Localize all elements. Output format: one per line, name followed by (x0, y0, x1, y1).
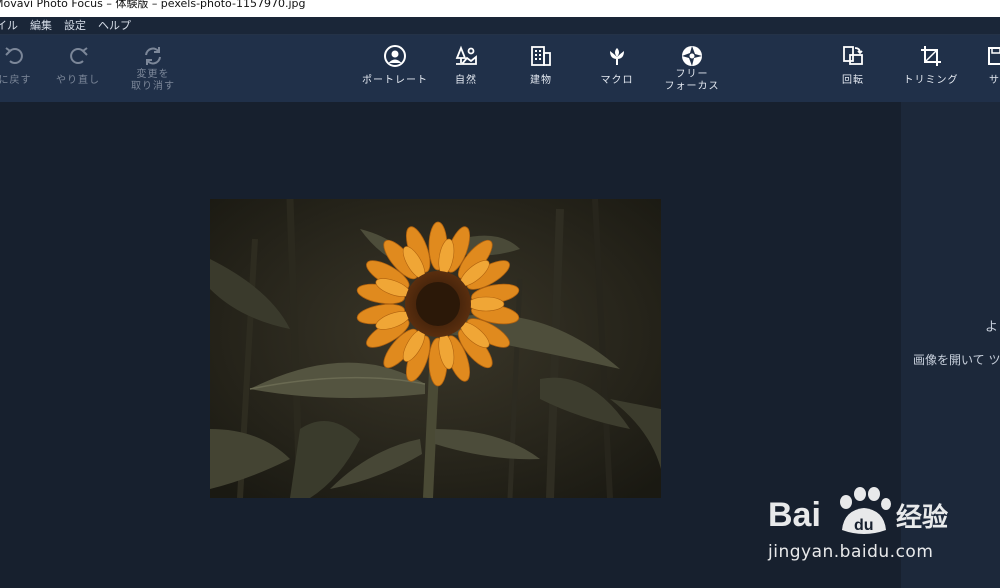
redo-label: やり直し (56, 75, 100, 86)
free-focus-label-line2: フォーカス (664, 81, 720, 92)
building-icon (528, 43, 554, 69)
undo-icon (2, 43, 28, 69)
reset-label: 変更を 取り消す (131, 69, 175, 93)
menu-file[interactable]: イル (0, 17, 24, 34)
svg-text:du: du (854, 517, 874, 534)
rotate-icon (840, 43, 866, 69)
portrait-label: ポートレート (362, 75, 428, 86)
menu-bar: イル 編集 設定 ヘルプ (0, 17, 1000, 35)
save-icon (983, 43, 1000, 69)
portrait-icon (382, 43, 408, 69)
panel-heading: よ (985, 320, 999, 335)
aperture-icon (679, 43, 705, 69)
baidu-watermark: Bai du 经验 jingyan.baidu.com (768, 480, 958, 570)
redo-icon (65, 43, 91, 69)
reset-icon (140, 43, 166, 69)
building-label: 建物 (530, 75, 552, 86)
portrait-button[interactable]: ポートレート (359, 35, 431, 102)
undo-button[interactable]: に戻す (0, 35, 40, 102)
redo-button[interactable]: やり直し (53, 35, 103, 102)
save-label: サ (989, 75, 1000, 86)
rotate-label: 回転 (842, 75, 864, 86)
reset-label-line1: 変更を (136, 69, 170, 80)
save-button[interactable]: サ (983, 35, 1000, 102)
reset-button[interactable]: 変更を 取り消す (126, 35, 180, 102)
panel-hint: 画像を開いて ツ (913, 353, 1000, 367)
macro-button[interactable]: マクロ (597, 35, 637, 102)
nature-button[interactable]: 自然 (446, 35, 486, 102)
macro-icon (604, 43, 630, 69)
sunflower-image (210, 199, 661, 498)
reset-label-line2: 取り消す (131, 81, 175, 92)
watermark-url: jingyan.baidu.com (768, 542, 934, 562)
free-focus-button[interactable]: フリー フォーカス (662, 35, 722, 102)
window-title: Movavi Photo Focus – 体験版 – pexels-photo-… (0, 0, 306, 10)
svg-text:经验: 经验 (896, 502, 948, 533)
macro-label: マクロ (600, 75, 634, 86)
menu-edit[interactable]: 編集 (30, 17, 58, 34)
toolbar: に戻す やり直し 変更を 取り消す ポートレート 自然 建物 マクロ フリー フ… (0, 35, 1000, 102)
baidu-logo: Bai du 经验 (768, 487, 948, 534)
crop-label: トリミング (903, 75, 959, 86)
free-focus-label-line1: フリー (675, 69, 709, 80)
menu-settings[interactable]: 設定 (64, 17, 92, 34)
svg-text:Bai: Bai (768, 496, 821, 534)
building-button[interactable]: 建物 (521, 35, 561, 102)
nature-icon (453, 43, 479, 69)
nature-label: 自然 (455, 75, 477, 86)
menu-help[interactable]: ヘルプ (98, 17, 137, 34)
window-titlebar: Movavi Photo Focus – 体験版 – pexels-photo-… (0, 0, 1000, 17)
crop-icon (918, 43, 944, 69)
sunflower-photo[interactable] (210, 199, 661, 498)
undo-label: に戻す (0, 75, 32, 86)
crop-button[interactable]: トリミング (899, 35, 963, 102)
rotate-button[interactable]: 回転 (833, 35, 873, 102)
free-focus-label: フリー フォーカス (665, 69, 720, 93)
